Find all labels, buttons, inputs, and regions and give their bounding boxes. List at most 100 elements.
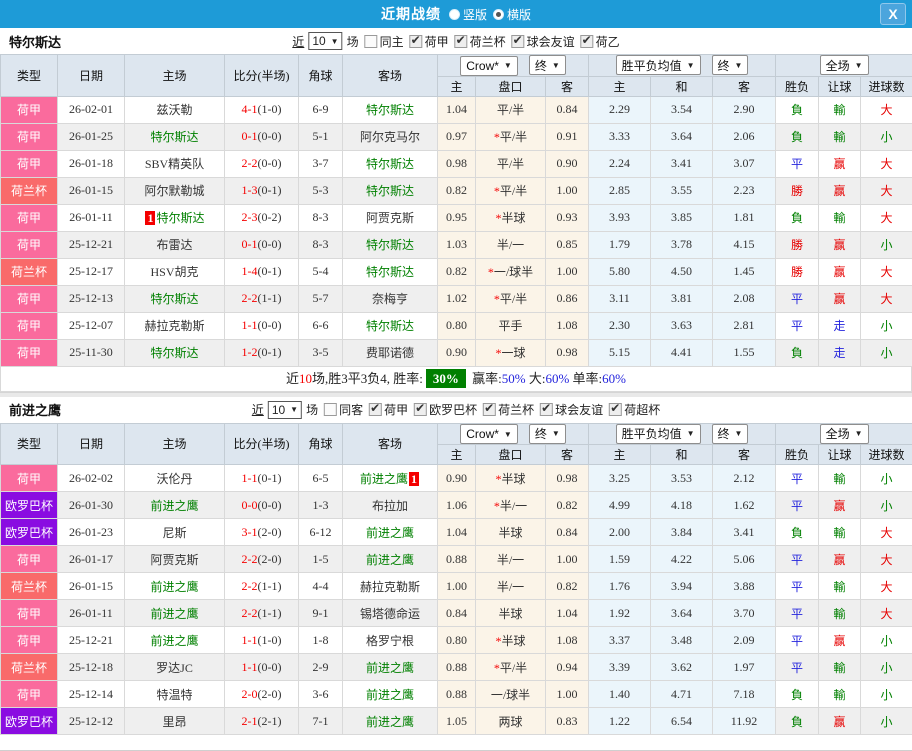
cell-away-team: 锡塔德命运 [343,600,438,627]
match-row: 荷兰杯26-01-15阿尔默勒城1-3(0-1)5-3特尔斯达0.82*平/半1… [1,177,912,204]
cell-avg-away: 2.23 [713,177,776,204]
away-team-name: 特尔斯达 [366,103,414,117]
cell-result-wdl: 勝 [776,258,819,285]
half-time-score: (0-1) [258,345,282,359]
match-count-select[interactable]: 10▼ [308,32,342,50]
league-checkbox[interactable] [455,35,468,48]
away-team-name: 前进之鹰 [366,688,414,702]
recent-link[interactable]: 近 [292,33,304,50]
recent-link[interactable]: 近 [252,401,264,418]
close-icon[interactable]: X [880,3,906,25]
cell-result-goals: 大 [861,177,912,204]
radio-vertical-label[interactable]: 竖版 [463,6,487,23]
cell-score: 0-1(0-0) [225,123,299,150]
cell-result-wdl: 負 [776,708,819,735]
home-team-name: 阿尔默勒城 [144,184,204,198]
league-checkbox[interactable] [609,403,622,416]
cell-result-wdl: 負 [776,123,819,150]
radio-horizontal-label[interactable]: 横版 [507,6,531,23]
away-team-name: 锡塔德命运 [360,607,420,621]
cell-avg-away: 3.41 [713,519,776,546]
cell-avg-home: 1.40 [589,681,651,708]
chevron-down-icon: ▼ [331,37,339,46]
full-time-score: 1-3 [242,183,258,197]
layout-radio-group: 竖版 横版 [443,6,531,23]
cell-handicap: 平/半 [476,150,546,177]
bookmaker-dropdown[interactable]: Crow* [460,56,518,76]
same-venue-checkbox[interactable] [365,35,378,48]
summary-text: 近 [286,371,299,386]
half-time-score: (1-0) [258,633,282,647]
handicap-change-star: * [494,130,500,144]
cell-handicap: 半/一 [476,573,546,600]
odds-stage-dropdown[interactable]: 终 [529,424,566,444]
cell-away-team: 前进之鹰 [343,708,438,735]
single-rate-value: 60% [602,371,626,386]
league-checkbox[interactable] [369,403,382,416]
cell-avg-home: 4.99 [589,492,651,519]
same-venue-checkbox[interactable] [324,403,337,416]
cell-avg-draw: 3.63 [651,312,713,339]
cell-date: 26-01-15 [58,573,125,600]
avg-stage-dropdown[interactable]: 终 [712,55,749,75]
cell-result-wdl: 平 [776,573,819,600]
summary-row: 近10场,胜3平3负4, 胜率:30% 赢率:50% 大:60% 单率:60% [0,367,912,392]
cell-odds-home: 0.95 [438,204,476,231]
home-team-name: 尼斯 [162,526,186,540]
radio-horizontal-layout[interactable] [493,9,504,20]
avg-dropdown[interactable]: 胜平负均值 [616,55,701,75]
cell-result-wdl: 平 [776,600,819,627]
fulltime-dropdown[interactable]: 全场 [820,55,869,75]
handicap-change-star: * [494,184,500,198]
cell-league: 欧罗巴杯 [1,519,58,546]
cell-result-goals: 小 [861,654,912,681]
col-score: 比分(半场) [225,55,299,97]
fulltime-dropdown[interactable]: 全场 [820,424,869,444]
league-checkbox[interactable] [581,35,594,48]
cell-away-team: 格罗宁根 [343,627,438,654]
sub-col-avg-home: 主 [589,76,651,96]
away-team-name: 特尔斯达 [366,157,414,171]
cell-corner: 8-3 [299,231,343,258]
cell-home-team: 1特尔斯达 [125,204,225,231]
cell-avg-draw: 3.81 [651,285,713,312]
avg-dropdown[interactable]: 胜平负均值 [616,424,701,444]
cell-handicap: *平/半 [476,123,546,150]
cell-home-team: 赫拉克勒斯 [125,312,225,339]
league-checkbox-label: 欧罗巴杯 [429,401,477,418]
cell-odds-home: 1.04 [438,96,476,123]
league-checkbox[interactable] [512,35,525,48]
bookmaker-dropdown[interactable]: Crow* [460,424,518,444]
league-checkbox-label: 球会友谊 [527,33,575,50]
cell-league: 荷甲 [1,627,58,654]
league-checkbox[interactable] [410,35,423,48]
sub-col-odds-away: 客 [546,445,589,465]
cell-result-goals: 小 [861,492,912,519]
avg-group-header: 胜平负均值 终 [589,55,776,77]
cell-corner: 6-6 [299,312,343,339]
odds-stage-dropdown[interactable]: 终 [529,55,566,75]
league-checkbox[interactable] [540,403,553,416]
cell-avg-home: 1.76 [589,573,651,600]
cell-handicap: 半球 [476,519,546,546]
avg-stage-dropdown[interactable]: 终 [712,424,749,444]
cell-score: 1-4(0-1) [225,258,299,285]
cell-handicap: *平/半 [476,177,546,204]
cell-result-wdl: 平 [776,465,819,492]
home-team-name: 罗达JC [156,661,193,675]
match-count-select[interactable]: 10▼ [268,401,302,419]
home-team-name: 沃伦丹 [156,472,192,486]
cell-handicap: 半球 [476,600,546,627]
cell-home-team: 特尔斯达 [125,123,225,150]
league-checkbox[interactable] [483,403,496,416]
match-row: 荷甲26-01-111特尔斯达2-3(0-2)8-3阿贾克斯0.95*半球0.9… [1,204,912,231]
home-team-name: 特尔斯达 [150,346,198,360]
cell-avg-draw: 3.41 [651,150,713,177]
league-checkbox-label: 荷超杯 [624,401,660,418]
cell-result-wdl: 負 [776,204,819,231]
cell-league: 欧罗巴杯 [1,708,58,735]
radio-vertical-layout[interactable] [449,9,460,20]
cell-avg-away: 3.70 [713,600,776,627]
league-checkbox[interactable] [414,403,427,416]
cell-result-goals: 大 [861,96,912,123]
